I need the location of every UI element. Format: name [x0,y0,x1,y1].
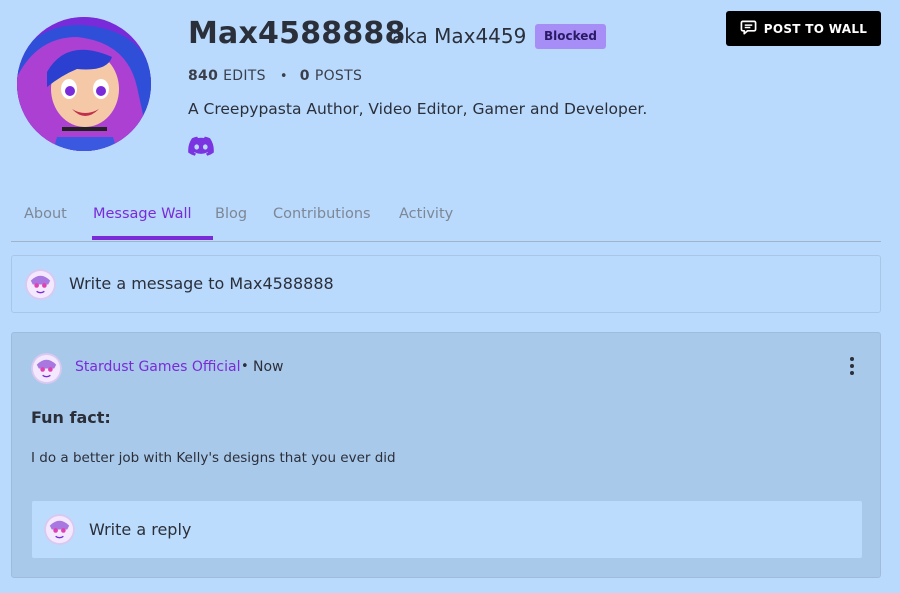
aka-label: aka [392,24,428,48]
message-thread: Stardust Games Official • Now Fun fact: … [11,332,881,578]
profile-stats: 840 EDITS • 0 POSTS [188,68,362,84]
reply-input[interactable]: Write a reply [32,501,862,558]
thread-author-link[interactable]: Stardust Games Official [75,359,241,375]
thread-body: I do a better job with Kelly's designs t… [31,450,396,466]
thread-title: Fun fact: [31,408,111,427]
write-message-input[interactable]: Write a message to Max4588888 [11,255,881,313]
profile-bio: A Creepypasta Author, Video Editor, Game… [188,100,648,118]
current-user-avatar [44,514,75,545]
tab-about[interactable]: About [24,206,67,242]
tab-contributions[interactable]: Contributions [273,206,371,242]
edits-count: 840 [188,68,219,84]
aka-name: Max4459 [434,24,527,48]
post-to-wall-label: POST TO WALL [763,21,868,36]
author-avatar[interactable] [31,353,62,384]
posts-count: 0 [299,68,310,84]
profile-tabs: About Message Wall Blog Contributions Ac… [11,196,881,242]
discord-icon[interactable] [188,136,214,156]
reply-placeholder: Write a reply [89,520,192,539]
profile-avatar [17,17,151,151]
more-options-icon[interactable] [844,355,860,377]
status-badge: Blocked [535,24,607,49]
stats-separator: • [279,68,288,84]
post-to-wall-button[interactable]: POST TO WALL [726,11,881,46]
tab-blog[interactable]: Blog [215,206,247,242]
meta-separator: • [241,359,249,374]
posts-label: POSTS [314,68,363,84]
write-message-placeholder: Write a message to Max4588888 [69,274,334,293]
tab-activity[interactable]: Activity [399,206,453,242]
profile-aka: aka Max4459 [392,24,526,48]
active-tab-indicator [92,236,213,240]
edits-label: EDITS [223,68,266,84]
thread-timestamp: Now [253,359,284,375]
profile-username: Max4588888 [188,16,406,51]
current-user-avatar [25,269,56,300]
message-bubble-icon [740,19,757,39]
